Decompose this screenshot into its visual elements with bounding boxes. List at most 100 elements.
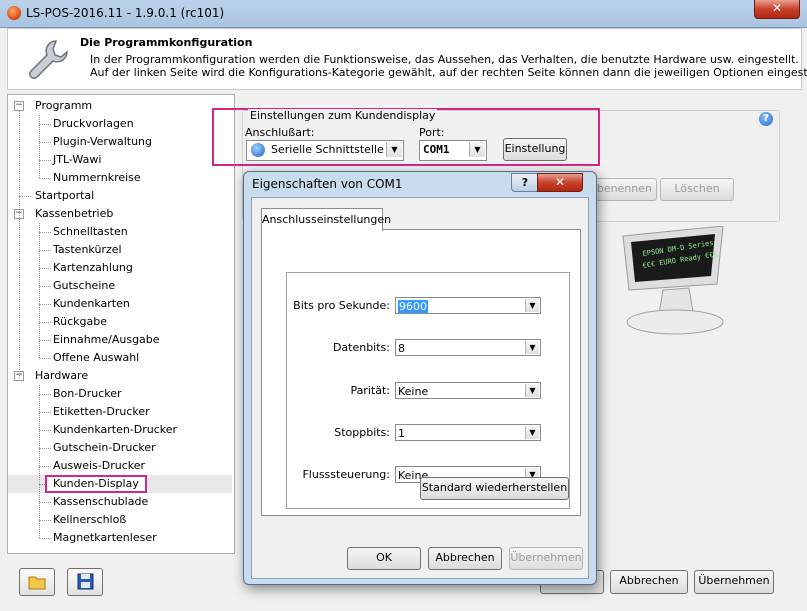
tree-item[interactable]: Magnetkartenleser bbox=[8, 529, 232, 547]
tree-item[interactable]: Gutscheine bbox=[8, 277, 232, 295]
settings-button[interactable]: Einstellung bbox=[503, 138, 567, 161]
header-line-2: Auf der linken Seite wird die Konfigurat… bbox=[90, 66, 807, 79]
tree-item[interactable]: Offene Auswahl bbox=[8, 349, 232, 367]
connection-label: Anschlußart: bbox=[245, 126, 315, 139]
rename-button[interactable]: benennen bbox=[593, 178, 657, 201]
tab-connection-settings[interactable]: Anschlusseinstellungen bbox=[261, 208, 391, 231]
customer-display-image: EPSON DM-D Series €€€ EURO Ready €€€ bbox=[622, 226, 724, 335]
tree-item[interactable]: Ausweis-Drucker bbox=[8, 457, 232, 475]
delete-button[interactable]: Löschen bbox=[660, 178, 734, 201]
apply-button[interactable]: Übernehmen bbox=[694, 570, 774, 594]
connection-select[interactable]: Serielle Schnittstelle ▼ bbox=[246, 140, 404, 161]
dialog-close-button[interactable]: ✕ bbox=[537, 173, 583, 192]
tree-item-label: Druckvorlagen bbox=[53, 117, 134, 130]
tree-item[interactable]: Kellnerschloß bbox=[8, 511, 232, 529]
chevron-down-icon[interactable]: ▼ bbox=[525, 341, 539, 354]
tree-item[interactable]: Tastenkürzel bbox=[8, 241, 232, 259]
chevron-down-icon[interactable]: ▼ bbox=[386, 142, 402, 157]
field-label: Stoppbits: bbox=[334, 426, 390, 439]
field-label: Bits pro Sekunde: bbox=[293, 299, 390, 312]
tree-item-label: Kassenschublade bbox=[53, 495, 149, 508]
tree-item-label: Plugin-Verwaltung bbox=[53, 135, 152, 148]
field-label: Datenbits: bbox=[332, 341, 390, 354]
tree-group-3[interactable]: − Hardware bbox=[8, 367, 232, 385]
tree-connector bbox=[39, 358, 51, 359]
tree-connector bbox=[39, 268, 51, 269]
field-value: 1 bbox=[398, 427, 405, 440]
tree-item-label: Gutschein-Drucker bbox=[53, 441, 156, 454]
tree-connector bbox=[39, 124, 51, 125]
help-icon[interactable]: ? bbox=[759, 112, 773, 126]
tree-connector bbox=[39, 448, 51, 449]
group-title: Einstellungen zum Kundendisplay bbox=[248, 109, 438, 122]
tree-item[interactable]: Druckvorlagen bbox=[8, 115, 232, 133]
dialog-ok-button[interactable]: OK bbox=[347, 547, 421, 570]
tree-item[interactable]: Kassenschublade bbox=[8, 493, 232, 511]
field-label: Parität: bbox=[350, 384, 390, 397]
chevron-down-icon[interactable]: ▼ bbox=[525, 299, 539, 312]
tree-connector bbox=[19, 110, 20, 378]
dialog-apply-button[interactable]: Übernehmen bbox=[509, 547, 583, 570]
tree-item[interactable]: JTL-Wawi bbox=[8, 151, 232, 169]
tree-item[interactable]: Schnelltasten bbox=[8, 223, 232, 241]
tree-connector bbox=[39, 286, 51, 287]
chevron-down-icon[interactable]: ▼ bbox=[469, 142, 485, 157]
tree-item[interactable]: Rückgabe bbox=[8, 313, 232, 331]
port-label: Port: bbox=[419, 126, 445, 139]
save-button[interactable] bbox=[67, 568, 103, 596]
port-value: COM1 bbox=[423, 143, 450, 156]
tree-item-label: Kartenzahlung bbox=[53, 261, 133, 274]
tree-item[interactable]: Kundenkarten-Drucker bbox=[8, 421, 232, 439]
tree-item[interactable]: Kunden-Display bbox=[8, 475, 232, 493]
dialog-cancel-button[interactable]: Abbrechen bbox=[428, 547, 502, 570]
tree-group-label: Programm bbox=[35, 99, 93, 112]
folder-icon bbox=[28, 576, 46, 590]
chevron-down-icon[interactable]: ▼ bbox=[525, 426, 539, 439]
tree-group-label: Kassenbetrieb bbox=[35, 207, 114, 220]
tree-connector bbox=[39, 340, 51, 341]
tree-group-0[interactable]: − Programm bbox=[8, 97, 232, 115]
tree-group-label: Hardware bbox=[35, 369, 89, 382]
tree-item-label: Ausweis-Drucker bbox=[53, 459, 146, 472]
field-select[interactable]: 8 ▼ bbox=[395, 339, 541, 356]
connection-value: Serielle Schnittstelle bbox=[271, 143, 384, 156]
tree-group-2[interactable]: − Kassenbetrieb bbox=[8, 205, 232, 223]
tree-group-label: Startportal bbox=[35, 189, 95, 202]
tree-item[interactable]: Etiketten-Drucker bbox=[8, 403, 232, 421]
field-select[interactable]: 9600 ▼ bbox=[395, 297, 541, 314]
title-bar: LS-POS-2016.11 - 1.9.0.1 (rc101) ✕ bbox=[0, 0, 807, 28]
tree-connector bbox=[39, 520, 51, 521]
tree-item[interactable]: Kartenzahlung bbox=[8, 259, 232, 277]
header-panel: Die Programmkonfiguration In der Program… bbox=[7, 28, 807, 90]
tree-item-label: Tastenkürzel bbox=[53, 243, 122, 256]
dialog-help-button[interactable]: ? bbox=[511, 173, 539, 192]
tree-group-1[interactable]: Startportal bbox=[8, 187, 232, 205]
tab-panel: Bits pro Sekunde: 9600 ▼ Datenbits: 8 ▼ Paritä… bbox=[261, 229, 581, 516]
tree-item[interactable]: Kundenkarten bbox=[8, 295, 232, 313]
header-description: In der Programmkonfiguration werden die … bbox=[90, 53, 807, 79]
port-select[interactable]: COM1 ▼ bbox=[419, 140, 487, 161]
header-line-1: In der Programmkonfiguration werden die … bbox=[90, 53, 799, 66]
dialog-title: Eigenschaften von COM1 bbox=[252, 177, 403, 191]
com-properties-dialog: Eigenschaften von COM1 ? ✕ Anschlusseins… bbox=[243, 171, 597, 585]
chevron-down-icon[interactable]: ▼ bbox=[525, 384, 539, 397]
tree-item-label: Kundenkarten bbox=[53, 297, 130, 310]
tree-item[interactable]: Plugin-Verwaltung bbox=[8, 133, 232, 151]
port-settings-frame: Bits pro Sekunde: 9600 ▼ Datenbits: 8 ▼ Paritä… bbox=[286, 272, 570, 509]
tree-item[interactable]: Bon-Drucker bbox=[8, 385, 232, 403]
floppy-disk-icon bbox=[77, 573, 94, 590]
category-tree[interactable]: − Programm Druckvorlagen Plugin-Verwaltung J… bbox=[7, 94, 235, 554]
tree-item-label: Kundenkarten-Drucker bbox=[53, 423, 178, 436]
open-folder-button[interactable] bbox=[19, 568, 55, 596]
tree-connector bbox=[19, 196, 31, 197]
app-icon bbox=[7, 6, 21, 20]
field-select[interactable]: Keine ▼ bbox=[395, 382, 541, 399]
tree-item[interactable]: Einnahme/Ausgabe bbox=[8, 331, 232, 349]
window-title: LS-POS-2016.11 - 1.9.0.1 (rc101) bbox=[26, 6, 225, 20]
field-select[interactable]: 1 ▼ bbox=[395, 424, 541, 441]
tree-item[interactable]: Gutschein-Drucker bbox=[8, 439, 232, 457]
tree-item[interactable]: Nummernkreise bbox=[8, 169, 232, 187]
cancel-button[interactable]: Abbrechen bbox=[610, 570, 688, 594]
window-close-button[interactable]: ✕ bbox=[754, 0, 800, 19]
restore-defaults-button[interactable]: Standard wiederherstellen bbox=[420, 477, 569, 500]
